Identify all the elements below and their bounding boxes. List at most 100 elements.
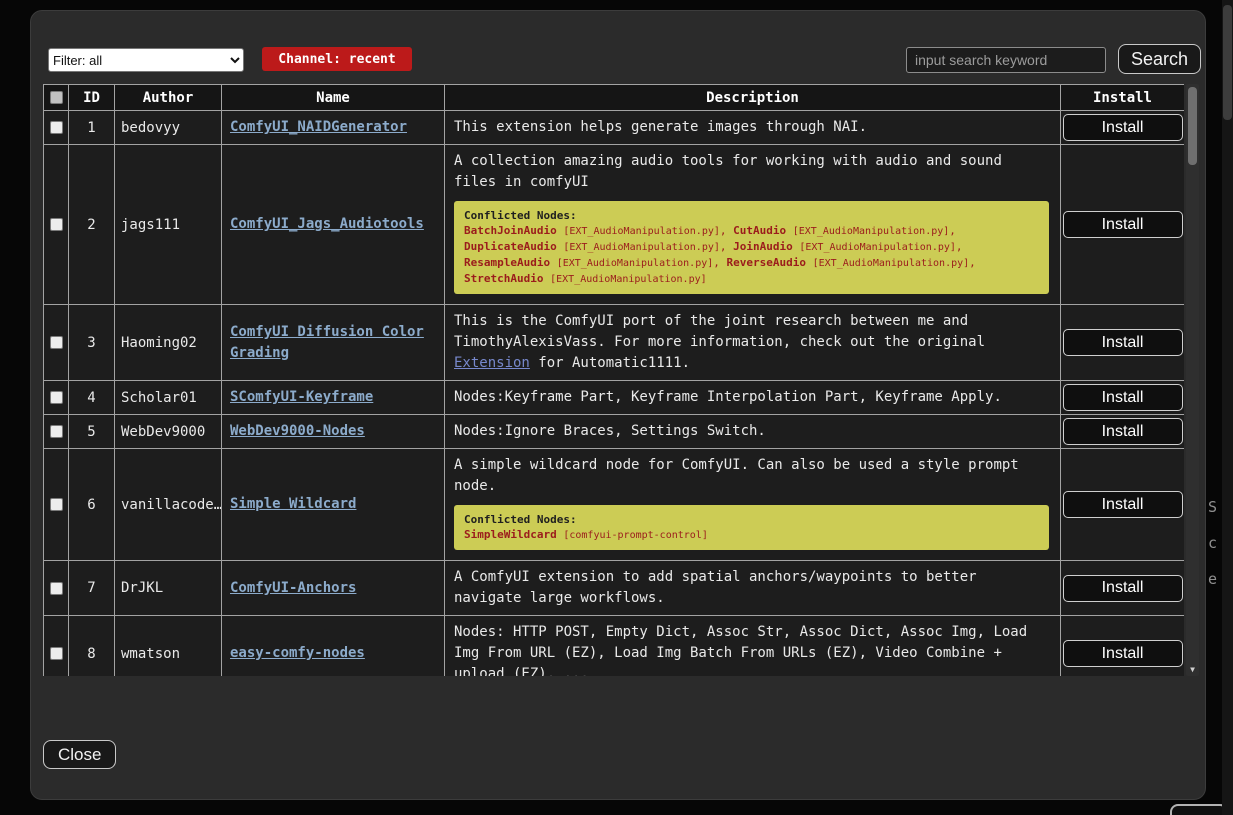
close-button[interactable]: Close <box>43 740 116 769</box>
channel-badge[interactable]: Channel: recent <box>262 47 412 71</box>
row-description-cell: A collection amazing audio tools for wor… <box>445 145 1061 305</box>
row-select-cell <box>44 145 69 305</box>
row-description-cell: This is the ComfyUI port of the joint re… <box>445 305 1061 381</box>
row-select-cell <box>44 415 69 449</box>
description-text: Nodes: HTTP POST, Empty Dict, Assoc Str,… <box>454 622 1051 676</box>
row-install-cell: Install <box>1061 616 1185 677</box>
node-name-link[interactable]: ComfyUI_Jags_Audiotools <box>230 216 424 232</box>
conflict-node-name: JoinAudio <box>733 240 793 253</box>
node-name-link[interactable]: Simple Wildcard <box>230 496 356 512</box>
row-install-cell: Install <box>1061 415 1185 449</box>
row-id: 5 <box>69 415 115 449</box>
row-name-cell: SComfyUI-Keyframe <box>222 381 445 415</box>
conflict-warning-box: Conflicted Nodes:SimpleWildcard [comfyui… <box>454 505 1049 550</box>
conflict-node-source: [EXT_AudioManipulation.py] <box>793 226 950 237</box>
node-name-link[interactable]: ComfyUI_NAIDGenerator <box>230 119 407 135</box>
row-name-cell: ComfyUI Diffusion Color Grading <box>222 305 445 381</box>
description-text: Nodes:Ignore Braces, Settings Switch. <box>454 421 1051 442</box>
table-row: 4Scholar01SComfyUI-KeyframeNodes:Keyfram… <box>44 381 1185 415</box>
conflict-node-name: ResampleAudio <box>464 256 550 269</box>
clipped-background-button <box>1170 804 1228 815</box>
row-install-cell: Install <box>1061 305 1185 381</box>
row-select-checkbox[interactable] <box>50 336 63 349</box>
row-select-cell <box>44 449 69 561</box>
row-author: Haoming02 <box>115 305 222 381</box>
install-button[interactable]: Install <box>1063 640 1183 667</box>
row-install-cell: Install <box>1061 381 1185 415</box>
install-button[interactable]: Install <box>1063 114 1183 141</box>
row-select-checkbox[interactable] <box>50 498 63 511</box>
row-install-cell: Install <box>1061 145 1185 305</box>
install-button[interactable]: Install <box>1063 418 1183 445</box>
table-row: 1bedovyy ComfyUI_NAIDGenerator This extens… <box>44 111 1185 145</box>
row-select-cell <box>44 111 69 145</box>
conflict-title: Conflicted Nodes: <box>464 512 1039 527</box>
description-text: A ComfyUI extension to add spatial ancho… <box>454 567 1051 609</box>
row-description-cell: Nodes:Keyframe Part, Keyframe Interpolat… <box>445 381 1061 415</box>
header-install: Install <box>1061 85 1185 111</box>
row-author: wmatson <box>115 616 222 677</box>
node-name-link[interactable]: SComfyUI-Keyframe <box>230 389 373 405</box>
row-author: WebDev9000 <box>115 415 222 449</box>
description-text-before: This is the ComfyUI port of the joint re… <box>454 313 985 350</box>
install-button[interactable]: Install <box>1063 211 1183 238</box>
conflict-items: BatchJoinAudio [EXT_AudioManipulation.py… <box>464 223 1039 287</box>
conflict-node-name: BatchJoinAudio <box>464 224 557 237</box>
row-select-cell <box>44 616 69 677</box>
row-id: 1 <box>69 111 115 145</box>
conflict-node-name: CutAudio <box>733 224 786 237</box>
conflict-node-source: [EXT_AudioManipulation.py] <box>563 242 720 253</box>
row-author: bedovyy <box>115 111 222 145</box>
description-text: A simple wildcard node for ComfyUI. Can … <box>454 455 1051 497</box>
row-install-cell: Install <box>1061 449 1185 561</box>
install-button[interactable]: Install <box>1063 384 1183 411</box>
search-button[interactable]: Search <box>1118 44 1201 74</box>
description-text: This extension helps generate images thr… <box>454 117 1051 138</box>
page-scrollbar[interactable] <box>1222 0 1233 815</box>
table-scrollbar[interactable]: ▼ <box>1186 84 1199 676</box>
conflict-node-source: [EXT_AudioManipulation.py] <box>813 258 970 269</box>
row-select-checkbox[interactable] <box>50 391 63 404</box>
install-button[interactable]: Install <box>1063 329 1183 356</box>
comfyui-page: Sce Filter: all Channel: recent Search <box>0 0 1233 815</box>
header-description: Description <box>445 85 1061 111</box>
row-select-checkbox[interactable] <box>50 218 63 231</box>
table-header-row: ID Author Name Description Install <box>44 85 1185 111</box>
conflict-node-source: [EXT_AudioManipulation.py] <box>799 242 956 253</box>
conflict-node-source: [EXT_AudioManipulation.py] <box>550 274 707 285</box>
conflict-node-source: [comfyui-prompt-control] <box>563 530 708 541</box>
row-select-cell <box>44 561 69 616</box>
conflict-node-name: DuplicateAudio <box>464 240 557 253</box>
row-select-checkbox[interactable] <box>50 121 63 134</box>
table-row: 6vanillacode…Simple WildcardA simple wil… <box>44 449 1185 561</box>
description-text: A collection amazing audio tools for wor… <box>454 151 1051 193</box>
row-install-cell: Install <box>1061 111 1185 145</box>
row-select-checkbox[interactable] <box>50 647 63 660</box>
install-button[interactable]: Install <box>1063 575 1183 602</box>
node-name-link[interactable]: easy-comfy-nodes <box>230 645 365 661</box>
conflict-title: Conflicted Nodes: <box>464 208 1039 223</box>
row-author: DrJKL <box>115 561 222 616</box>
select-all-checkbox[interactable] <box>50 91 63 104</box>
node-name-link[interactable]: ComfyUI Diffusion Color Grading <box>230 324 424 361</box>
conflict-node-name: StretchAudio <box>464 272 543 285</box>
install-button[interactable]: Install <box>1063 491 1183 518</box>
search-input[interactable] <box>906 47 1106 73</box>
row-description-cell: This extension helps generate images thr… <box>445 111 1061 145</box>
node-name-link[interactable]: WebDev9000-Nodes <box>230 423 365 439</box>
row-id: 3 <box>69 305 115 381</box>
row-select-checkbox[interactable] <box>50 582 63 595</box>
install-custom-nodes-dialog: Filter: all Channel: recent Search <box>30 10 1206 800</box>
row-select-checkbox[interactable] <box>50 425 63 438</box>
filter-select[interactable]: Filter: all <box>48 48 244 72</box>
conflict-items: SimpleWildcard [comfyui-prompt-control] <box>464 527 1039 543</box>
page-scrollbar-thumb[interactable] <box>1223 5 1232 120</box>
description-text-after: for Automatic1111. <box>530 355 690 371</box>
conflict-warning-box: Conflicted Nodes:BatchJoinAudio [EXT_Aud… <box>454 201 1049 294</box>
table-scrollbar-thumb[interactable] <box>1188 87 1197 165</box>
header-id: ID <box>69 85 115 111</box>
description-link[interactable]: Extension <box>454 355 530 371</box>
row-select-cell <box>44 381 69 415</box>
scroll-down-arrow-icon[interactable]: ▼ <box>1186 665 1199 674</box>
node-name-link[interactable]: ComfyUI-Anchors <box>230 580 356 596</box>
